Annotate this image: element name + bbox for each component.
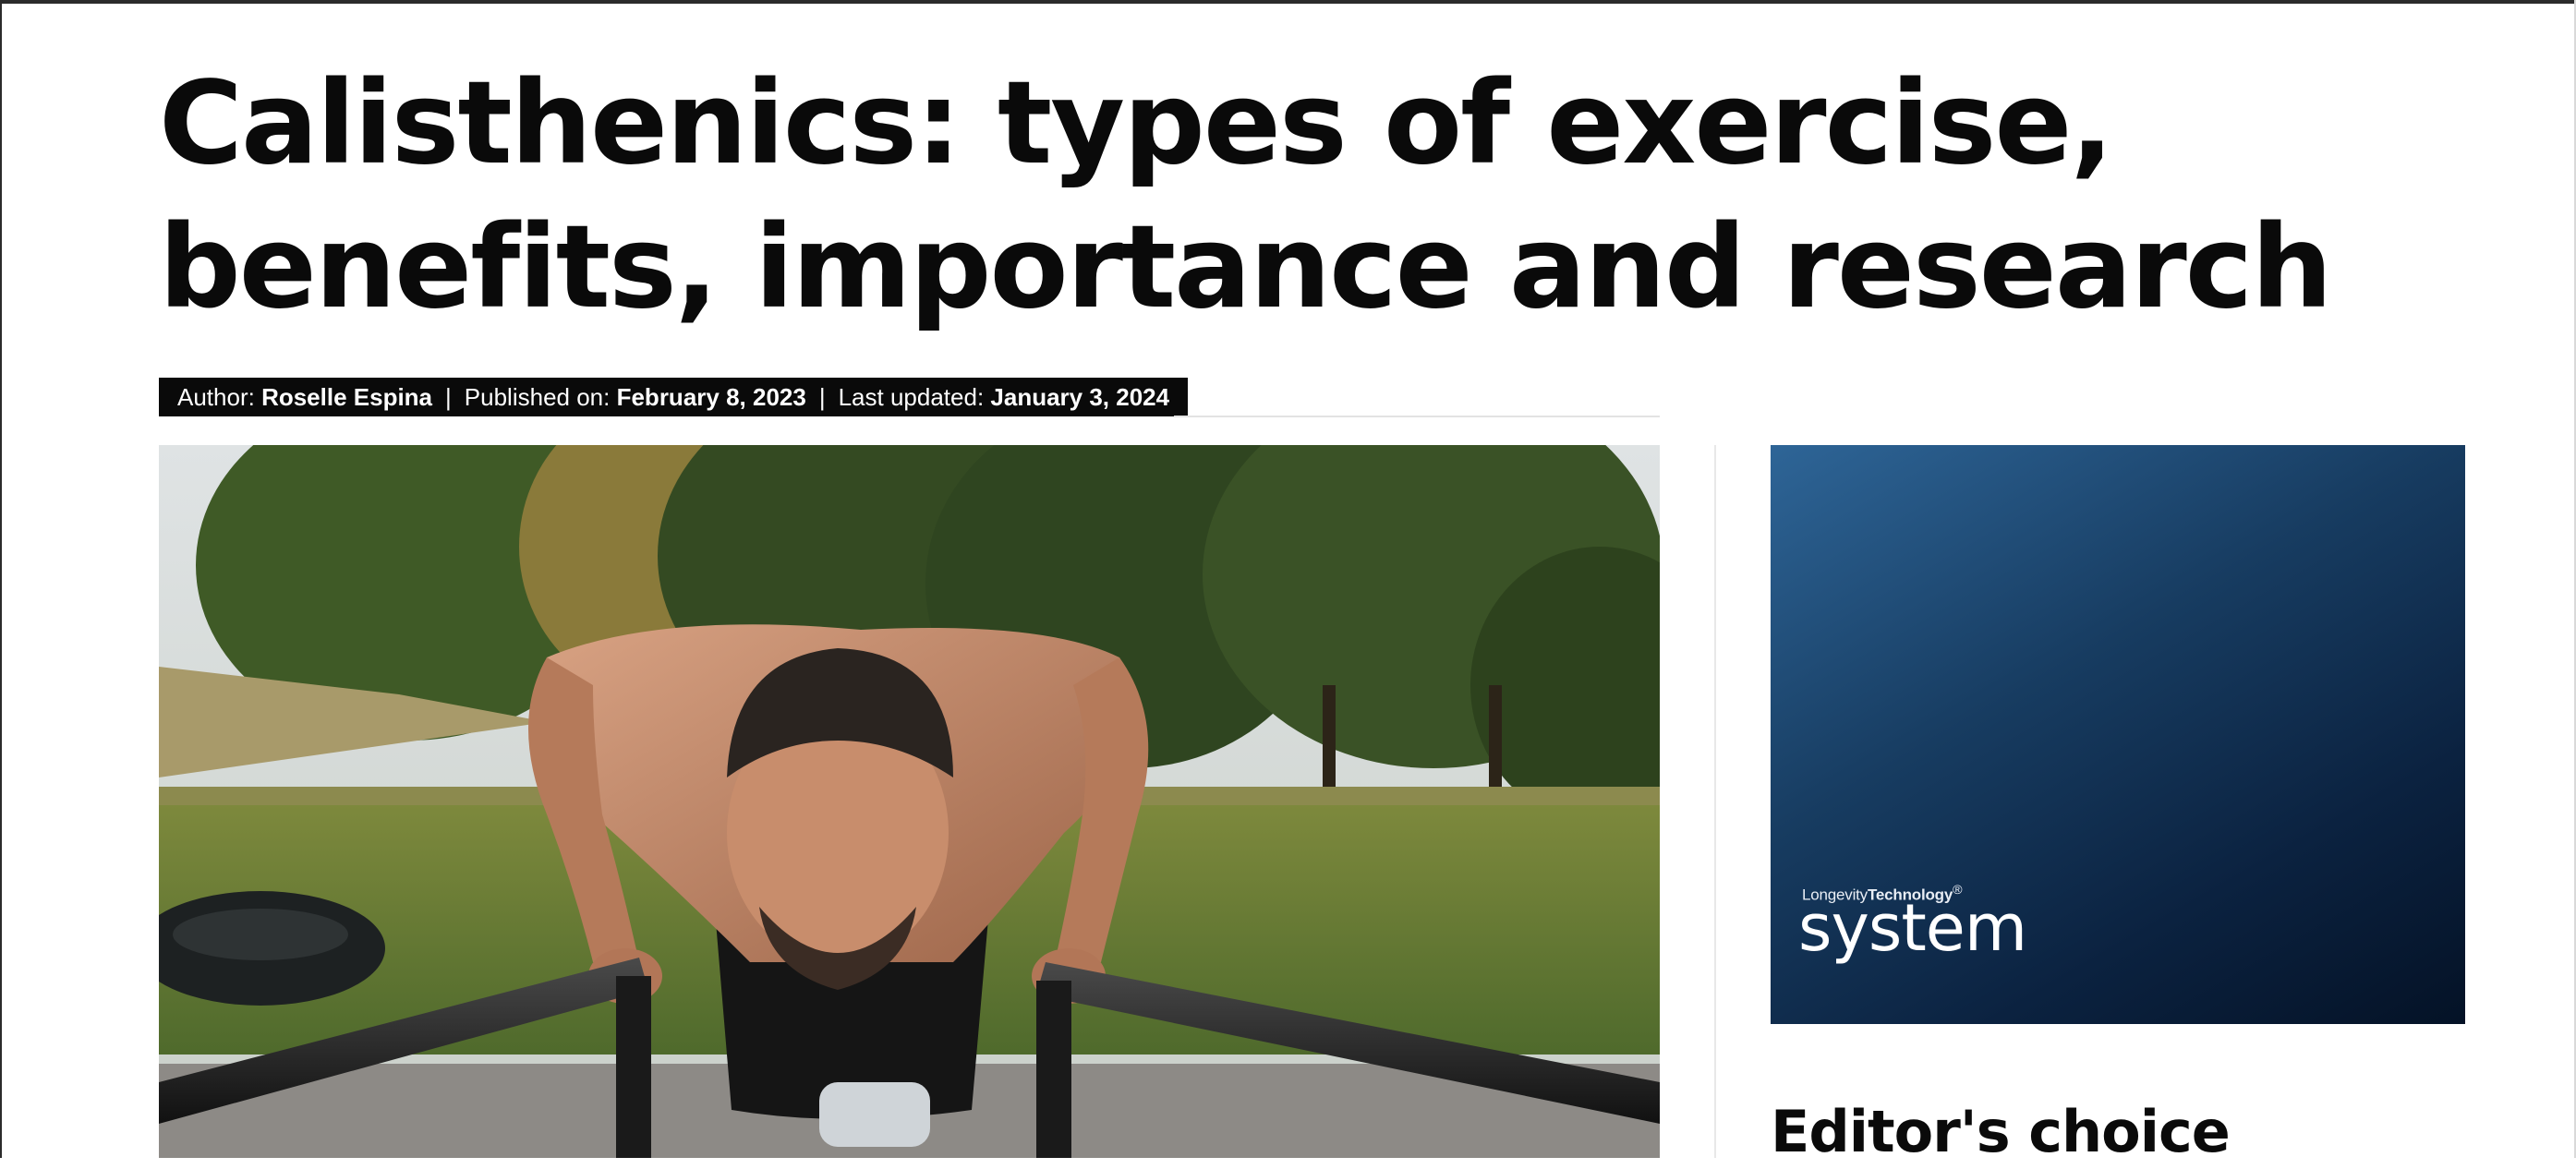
- column-divider: [1714, 445, 1716, 1158]
- published-date: February 8, 2023: [616, 382, 806, 411]
- published-label: Published on:: [464, 382, 611, 411]
- author-label: Author:: [177, 382, 255, 411]
- article-meta-bar: Author: Roselle Espina | Published on: F…: [159, 378, 1189, 416]
- meta-divider: [1174, 416, 1660, 417]
- author-name[interactable]: Roselle Espina: [261, 383, 432, 412]
- article-title: Calisthenics: types of exercise, benefit…: [159, 57, 2333, 334]
- updated-date: January 3, 2024: [990, 382, 1170, 411]
- sidebar-ad-banner[interactable]: LongevityTechnology® system: [1771, 445, 2465, 1024]
- editors-choice-heading: Editor's choice: [1771, 1098, 2231, 1165]
- window-top-border: [0, 0, 2576, 4]
- meta-separator: |: [818, 382, 826, 411]
- meta-separator: |: [445, 382, 452, 411]
- updated-label: Last updated:: [838, 382, 985, 411]
- window-left-border: [0, 0, 2, 1158]
- ad-brand-name: system: [1798, 890, 2027, 966]
- hero-image: [159, 445, 1660, 1158]
